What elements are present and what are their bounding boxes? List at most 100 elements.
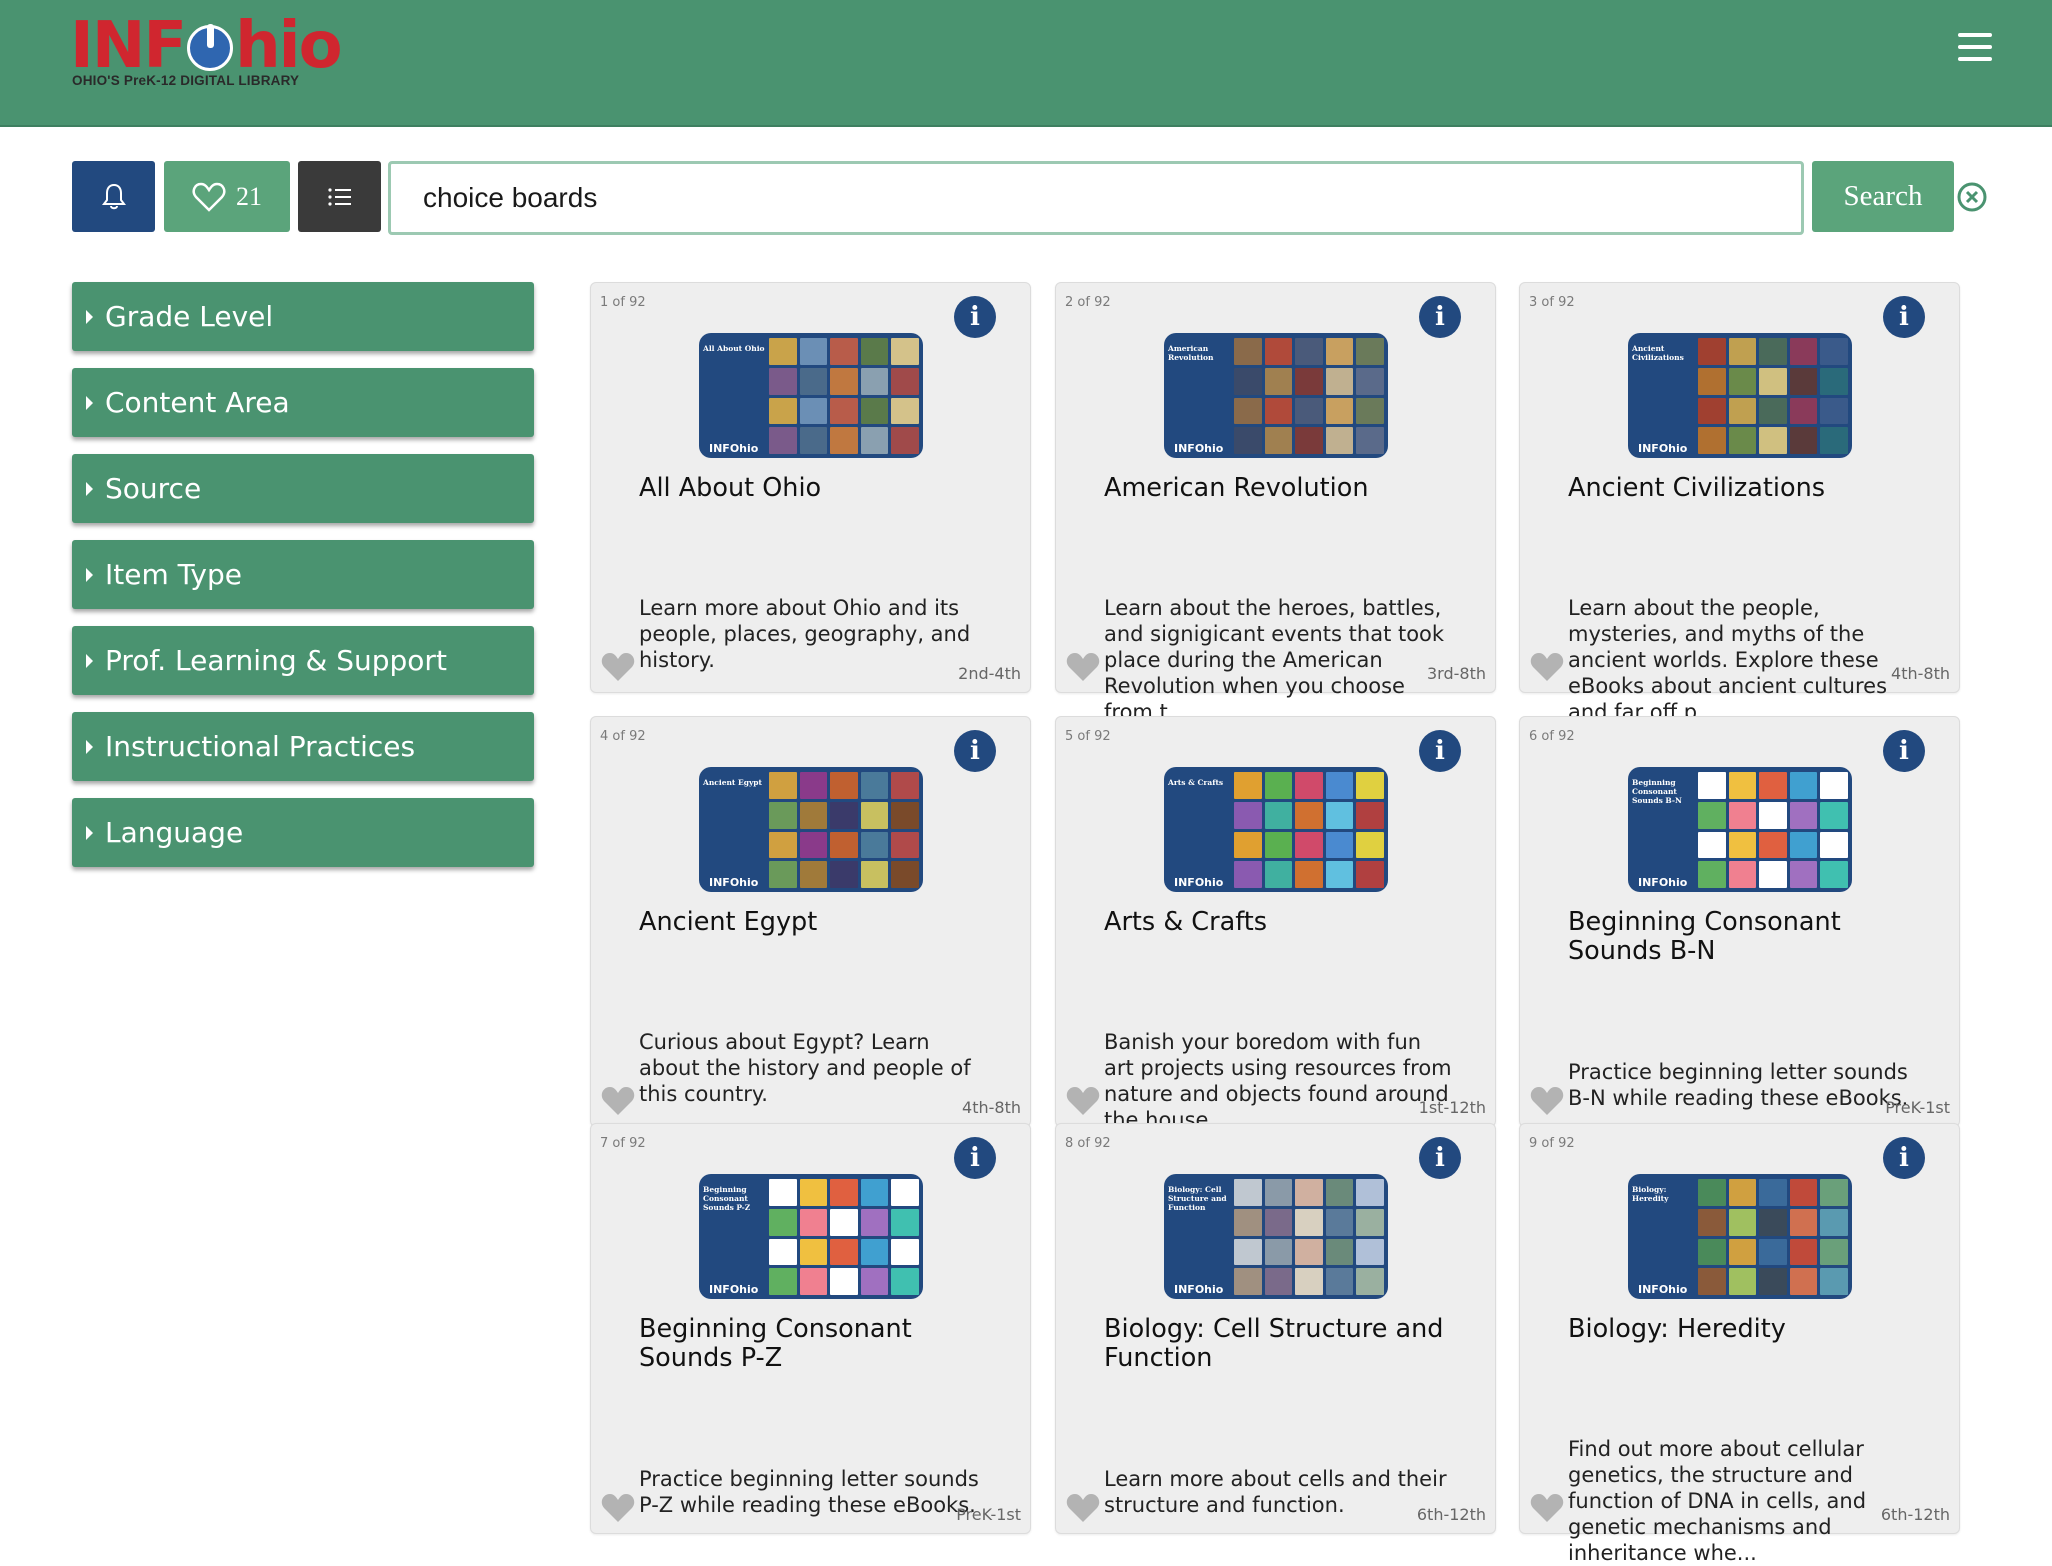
info-icon[interactable]: i — [1419, 1137, 1461, 1179]
thumbnail-brand: INFOhio — [1638, 442, 1688, 455]
info-icon[interactable]: i — [954, 730, 996, 772]
heart-icon[interactable] — [1066, 652, 1100, 682]
facet-item-type[interactable]: Item Type — [72, 540, 534, 609]
thumbnail-book-covers — [1234, 1179, 1384, 1295]
facet-label: Language — [105, 816, 244, 849]
result-card[interactable]: 2 of 92 i American Revolution INFOhio Am… — [1055, 282, 1496, 724]
heart-icon[interactable] — [1066, 1493, 1100, 1523]
search-input[interactable] — [388, 161, 1804, 235]
result-thumbnail[interactable]: Biology: Heredity INFOhio — [1628, 1174, 1852, 1299]
grade-range: 1st-12th — [1418, 1098, 1486, 1117]
caret-right-icon — [86, 739, 93, 754]
result-card[interactable]: 9 of 92 i Biology: Heredity INFOhio Biol… — [1519, 1123, 1960, 1565]
result-counter: 8 of 92 — [1065, 1136, 1111, 1151]
facet-instructional-practices[interactable]: Instructional Practices — [72, 712, 534, 781]
logo-wordmark: INF hio — [70, 9, 343, 83]
result-thumbnail[interactable]: Arts & Crafts INFOhio — [1164, 767, 1388, 892]
info-icon[interactable]: i — [1883, 730, 1925, 772]
search-button[interactable]: Search — [1812, 161, 1954, 232]
result-thumbnail[interactable]: Beginning Consonant Sounds B-N INFOhio — [1628, 767, 1852, 892]
grade-range: 4th-8th — [1891, 664, 1950, 683]
facet-label: Prof. Learning & Support — [105, 644, 447, 677]
result-title[interactable]: Beginning Consonant Sounds P-Z — [639, 1315, 999, 1373]
result-card[interactable]: 3 of 92 i Ancient Civilizations INFOhio … — [1519, 282, 1960, 724]
power-icon — [187, 24, 234, 71]
hamburger-menu-icon[interactable] — [1958, 33, 1994, 61]
favorites-count: 21 — [236, 181, 262, 211]
result-card[interactable]: 6 of 92 i Beginning Consonant Sounds B-N… — [1519, 716, 1960, 1127]
grade-range: 6th-12th — [1416, 1505, 1486, 1524]
result-card[interactable]: 5 of 92 i Arts & Crafts INFOhio Arts & C… — [1055, 716, 1496, 1132]
heart-icon[interactable] — [601, 1493, 635, 1523]
result-description: Learn about the people, mysteries, and m… — [1568, 596, 1888, 724]
info-icon[interactable]: i — [1419, 730, 1461, 772]
result-card[interactable]: 7 of 92 i Beginning Consonant Sounds P-Z… — [590, 1123, 1031, 1534]
heart-icon[interactable] — [1066, 1086, 1100, 1116]
result-description: Find out more about cellular genetics, t… — [1568, 1437, 1867, 1565]
favorites-button[interactable]: 21 — [164, 161, 290, 232]
caret-right-icon — [86, 653, 93, 668]
thumbnail-brand: INFOhio — [709, 1283, 759, 1296]
thumbnail-label: Ancient Egypt — [703, 778, 763, 787]
filter-sidebar: Grade Level Content Area Source Item Typ… — [72, 282, 534, 884]
result-title[interactable]: Ancient Civilizations — [1568, 474, 1928, 503]
thumbnail-book-covers — [1698, 1179, 1848, 1295]
thumbnail-book-covers — [769, 1179, 919, 1295]
facet-content-area[interactable]: Content Area — [72, 368, 534, 437]
info-icon[interactable]: i — [1419, 296, 1461, 338]
heart-icon[interactable] — [1530, 1086, 1564, 1116]
facet-language[interactable]: Language — [72, 798, 534, 867]
thumbnail-label: Biology: Cell Structure and Function — [1168, 1185, 1227, 1212]
result-thumbnail[interactable]: Ancient Egypt INFOhio — [699, 767, 923, 892]
result-thumbnail[interactable]: Biology: Cell Structure and Function INF… — [1164, 1174, 1388, 1299]
result-card[interactable]: 4 of 92 i Ancient Egypt INFOhio Ancient … — [590, 716, 1031, 1127]
result-counter: 7 of 92 — [600, 1136, 646, 1151]
result-counter: 6 of 92 — [1529, 729, 1575, 744]
facet-label: Grade Level — [105, 300, 274, 333]
info-icon[interactable]: i — [954, 1137, 996, 1179]
facet-label: Source — [105, 472, 202, 505]
thumbnail-label: Arts & Crafts — [1168, 778, 1224, 787]
facet-grade-level[interactable]: Grade Level — [72, 282, 534, 351]
result-thumbnail[interactable]: All About Ohio INFOhio — [699, 333, 923, 458]
infohio-logo[interactable]: INF hio OHIO'S PreK-12 DIGITAL LIBRARY — [70, 14, 343, 88]
thumbnail-book-covers — [1698, 338, 1848, 454]
logo-subtitle: OHIO'S PreK-12 DIGITAL LIBRARY — [72, 73, 300, 88]
heart-icon[interactable] — [1530, 652, 1564, 682]
info-icon[interactable]: i — [954, 296, 996, 338]
result-thumbnail[interactable]: American Revolution INFOhio — [1164, 333, 1388, 458]
heart-icon[interactable] — [1530, 1493, 1564, 1523]
notifications-button[interactable] — [72, 161, 155, 232]
grade-range: 6th-12th — [1880, 1505, 1950, 1524]
result-counter: 2 of 92 — [1065, 295, 1111, 310]
list-view-button[interactable] — [298, 161, 381, 232]
grade-range: 2nd-4th — [958, 664, 1021, 683]
result-card[interactable]: 1 of 92 i All About Ohio INFOhio All Abo… — [590, 282, 1031, 693]
thumbnail-brand: INFOhio — [1174, 876, 1224, 889]
result-title[interactable]: Ancient Egypt — [639, 908, 999, 937]
info-icon[interactable]: i — [1883, 1137, 1925, 1179]
info-icon[interactable]: i — [1883, 296, 1925, 338]
result-title[interactable]: Biology: Cell Structure and Function — [1104, 1315, 1464, 1373]
facet-source[interactable]: Source — [72, 454, 534, 523]
result-counter: 4 of 92 — [600, 729, 646, 744]
facet-prof-learning[interactable]: Prof. Learning & Support — [72, 626, 534, 695]
result-thumbnail[interactable]: Ancient Civilizations INFOhio — [1628, 333, 1852, 458]
result-thumbnail[interactable]: Beginning Consonant Sounds P-Z INFOhio — [699, 1174, 923, 1299]
heart-icon[interactable] — [601, 1086, 635, 1116]
result-title[interactable]: Biology: Heredity — [1568, 1315, 1928, 1344]
result-title[interactable]: American Revolution — [1104, 474, 1464, 503]
caret-right-icon — [86, 567, 93, 582]
result-counter: 1 of 92 — [600, 295, 646, 310]
result-title[interactable]: Beginning Consonant Sounds B-N — [1568, 908, 1928, 966]
heart-icon[interactable] — [601, 652, 635, 682]
thumbnail-brand: INFOhio — [1174, 1283, 1224, 1296]
clear-search-icon[interactable] — [1956, 181, 1988, 213]
thumbnail-book-covers — [1234, 772, 1384, 888]
result-title[interactable]: Arts & Crafts — [1104, 908, 1464, 937]
result-title[interactable]: All About Ohio — [639, 474, 999, 503]
result-card[interactable]: 8 of 92 i Biology: Cell Structure and Fu… — [1055, 1123, 1496, 1534]
list-icon — [327, 187, 351, 206]
thumbnail-brand: INFOhio — [1638, 876, 1688, 889]
caret-right-icon — [86, 395, 93, 410]
